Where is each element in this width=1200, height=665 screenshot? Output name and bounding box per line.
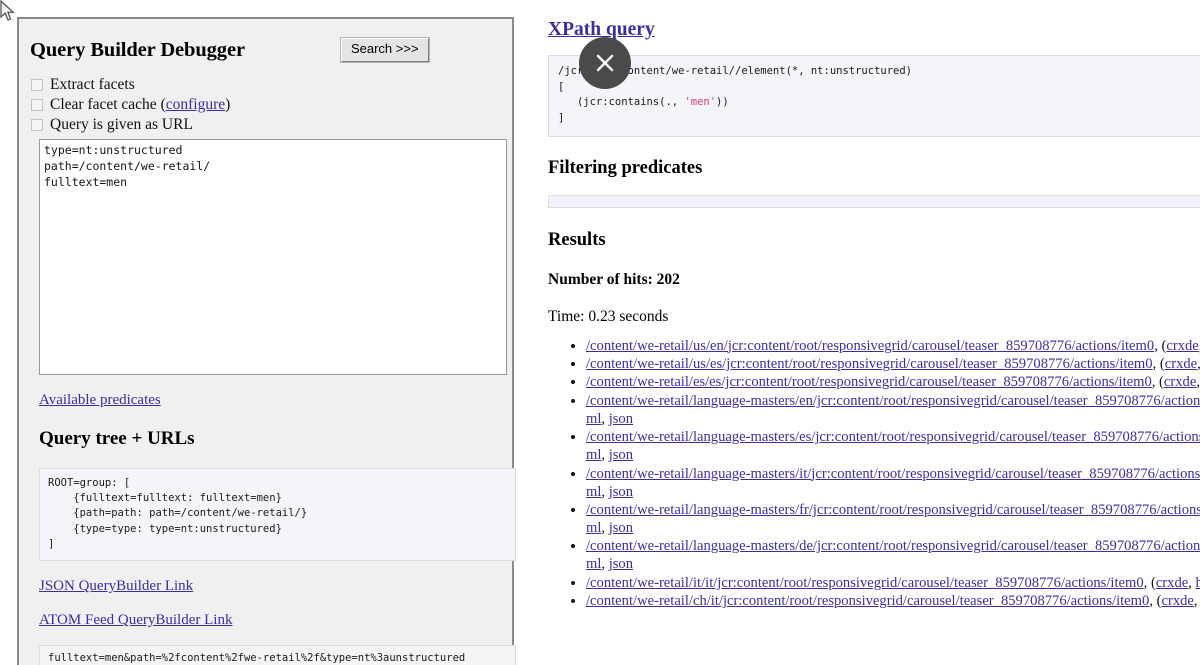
- list-item: /content/we-retail/us/en/jcr:content/roo…: [586, 338, 1200, 356]
- extract-facets-checkbox[interactable]: [31, 79, 43, 91]
- results-heading: Results: [548, 229, 606, 250]
- query-builder-panel: Query Builder Debugger Search >>> Extrac…: [17, 17, 516, 665]
- list-item: /content/we-retail/it/it/jcr:content/roo…: [586, 575, 1200, 593]
- results-panel: XPath query /jcr:root/content/we-retail/…: [548, 18, 1200, 612]
- result-crxde-link[interactable]: crxde: [1165, 356, 1197, 372]
- list-item: /content/we-retail/us/es/jcr:content/roo…: [586, 356, 1200, 374]
- close-x-icon: [596, 54, 614, 72]
- query-url-value-box: fulltext=men&path=%2fcontent%2fwe-retail…: [39, 645, 516, 665]
- available-predicates-link[interactable]: Available predicates: [39, 392, 501, 409]
- close-overlay-button[interactable]: [579, 37, 631, 89]
- result-path-link[interactable]: /content/we-retail/es/es/jcr:content/roo…: [586, 374, 1152, 390]
- result-crxde-link[interactable]: crxde: [1166, 338, 1198, 354]
- result-path-link[interactable]: /content/we-retail/language-masters/fr/j…: [586, 502, 1200, 518]
- extract-facets-label: Extract facets: [50, 76, 135, 93]
- clear-facet-cache-checkbox[interactable]: [31, 99, 43, 111]
- result-html-link[interactable]: html: [1196, 575, 1200, 591]
- query-tree-heading: Query tree + URLs: [39, 428, 195, 449]
- checkbox-row-extract-facets[interactable]: Extract facets: [30, 75, 501, 95]
- list-item: /content/we-retail/language-masters/fr/j…: [586, 502, 1200, 538]
- result-path-link[interactable]: /content/we-retail/us/en/jcr:content/roo…: [586, 338, 1154, 354]
- list-item: /content/we-retail/language-masters/es/j…: [586, 429, 1200, 465]
- result-json-link[interactable]: json: [609, 484, 633, 500]
- result-path-link[interactable]: /content/we-retail/language-masters/it/j…: [586, 466, 1200, 482]
- search-button[interactable]: Search >>>: [339, 37, 430, 63]
- xpath-line-2: [: [558, 80, 565, 93]
- query-time-label: Time: 0.23 seconds: [548, 307, 669, 325]
- result-json-link[interactable]: json: [609, 411, 633, 427]
- json-querybuilder-link[interactable]: JSON QueryBuilder Link: [39, 578, 501, 595]
- clear-facet-cache-label: Clear facet cache (configure): [50, 96, 230, 114]
- xpath-query-heading: XPath query: [548, 18, 1200, 41]
- arrow-cursor-icon: [0, 0, 15, 21]
- result-json-link[interactable]: json: [609, 556, 633, 572]
- checkbox-row-clear-facet-cache[interactable]: Clear facet cache (configure): [30, 95, 501, 115]
- result-path-link[interactable]: /content/we-retail/language-masters/de/j…: [586, 538, 1200, 554]
- results-list: /content/we-retail/us/en/jcr:content/roo…: [548, 338, 1200, 612]
- page-root: Query Builder Debugger Search >>> Extrac…: [0, 0, 1200, 665]
- xpath-line-4: ]: [558, 111, 565, 124]
- checkbox-row-query-as-url[interactable]: Query is given as URL: [30, 115, 501, 135]
- clear-facet-cache-text: Clear facet cache (: [50, 96, 166, 113]
- filtering-predicates-empty-block: [548, 194, 1200, 208]
- panel-header: Query Builder Debugger Search >>>: [30, 34, 501, 66]
- result-crxde-link[interactable]: crxde: [1162, 593, 1194, 609]
- result-path-link[interactable]: /content/we-retail/language-masters/en/j…: [586, 393, 1200, 409]
- configure-link[interactable]: configure: [166, 96, 225, 113]
- xpath-string-literal: 'men': [684, 96, 717, 109]
- query-as-url-label: Query is given as URL: [50, 116, 193, 133]
- result-json-link[interactable]: json: [609, 447, 633, 463]
- options-checkbox-list: Extract facets Clear facet cache (config…: [30, 75, 501, 135]
- result-crxde-link[interactable]: crxde: [1164, 374, 1196, 390]
- atom-feed-querybuilder-link[interactable]: ATOM Feed QueryBuilder Link: [39, 612, 501, 629]
- clear-facet-cache-suffix: ): [225, 96, 231, 113]
- xpath-line-3-prefix: (jcr:contains(.,: [558, 96, 685, 109]
- page-title: Query Builder Debugger: [30, 38, 245, 61]
- result-path-link[interactable]: /content/we-retail/it/it/jcr:content/roo…: [586, 575, 1144, 591]
- result-path-link[interactable]: /content/we-retail/us/es/jcr:content/roo…: [586, 356, 1153, 372]
- list-item: /content/we-retail/language-masters/en/j…: [586, 393, 1200, 429]
- filtering-predicates-heading: Filtering predicates: [548, 157, 703, 178]
- result-crxde-link[interactable]: crxde: [1156, 575, 1188, 591]
- list-item: /content/we-retail/ch/it/jcr:content/roo…: [586, 593, 1200, 611]
- result-path-link[interactable]: /content/we-retail/language-masters/es/j…: [586, 429, 1200, 445]
- result-json-link[interactable]: json: [609, 520, 633, 536]
- number-of-hits-label: Number of hits: 202: [548, 270, 680, 288]
- query-as-url-checkbox[interactable]: [31, 119, 43, 131]
- query-input-textarea[interactable]: [39, 139, 507, 375]
- result-path-link[interactable]: /content/we-retail/ch/it/jcr:content/roo…: [586, 593, 1149, 609]
- xpath-code-block: /jcr:root/content/we-retail//element(*, …: [548, 55, 1200, 137]
- list-item: /content/we-retail/language-masters/it/j…: [586, 466, 1200, 502]
- list-item: /content/we-retail/language-masters/de/j…: [586, 538, 1200, 574]
- xpath-line-3-suffix: )): [716, 96, 729, 109]
- query-tree-code-block: ROOT=group: [ {fulltext=fulltext: fullte…: [39, 468, 516, 562]
- list-item: /content/we-retail/es/es/jcr:content/roo…: [586, 374, 1200, 392]
